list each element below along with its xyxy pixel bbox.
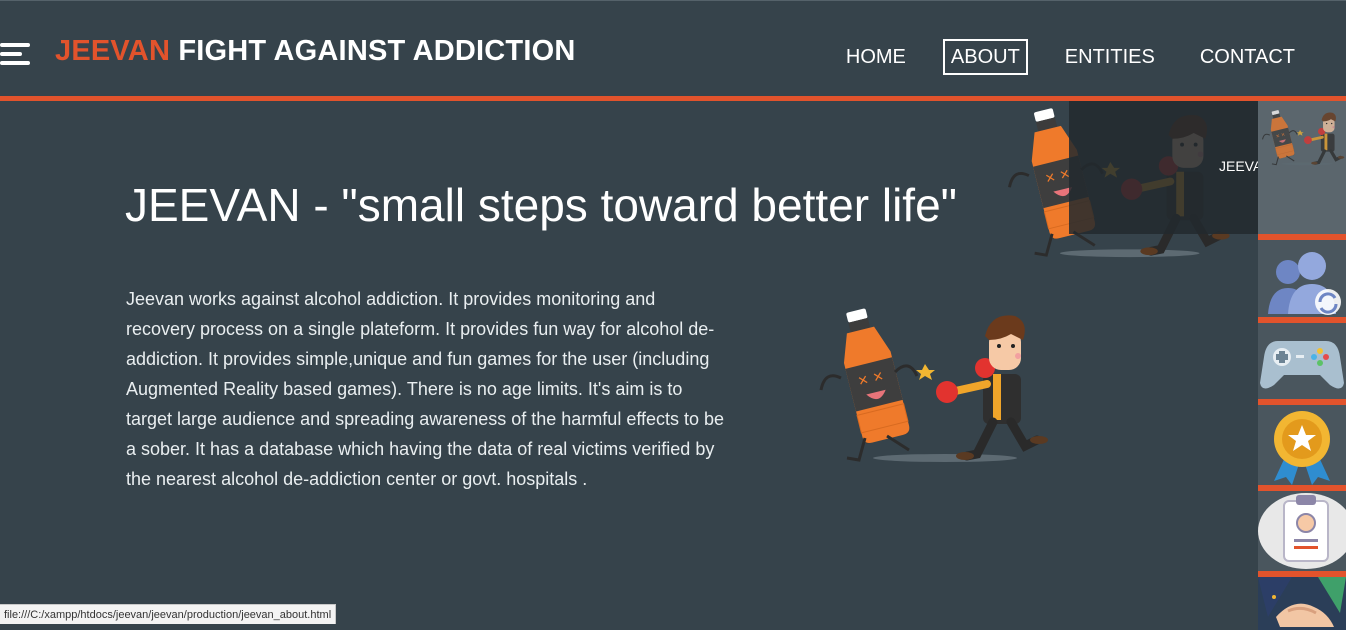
sidebar-item-profile[interactable] xyxy=(1258,485,1346,577)
handshake-icon xyxy=(1258,577,1346,627)
nav-contact[interactable]: CONTACT xyxy=(1192,39,1303,75)
sidebar-item-support[interactable] xyxy=(1258,571,1346,630)
brand-title[interactable]: JEEVAN FIGHT AGAINST ADDICTION xyxy=(55,35,576,68)
sidebar-item-games[interactable] xyxy=(1258,317,1346,405)
sidebar-item-jeevan[interactable] xyxy=(1258,101,1346,234)
nav-about[interactable]: ABOUT xyxy=(942,39,1028,75)
about-description: Jeevan works against alcohol addiction. … xyxy=(126,289,725,489)
bottle-fight-illustration xyxy=(810,300,1060,465)
sidebar xyxy=(1258,101,1346,630)
main-nav: HOME ABOUT ENTITIES CONTACT xyxy=(809,39,1303,75)
gamepad-icon xyxy=(1260,341,1344,389)
hamburger-icon[interactable] xyxy=(0,43,30,65)
jeevan-fight-icon xyxy=(1260,107,1346,167)
brand-accent: JEEVAN xyxy=(55,35,171,67)
brand-rest: FIGHT AGAINST ADDICTION xyxy=(170,35,576,67)
top-header: JEEVAN FIGHT AGAINST ADDICTION HOME ABOU… xyxy=(0,0,1346,96)
award-badge-icon xyxy=(1274,411,1330,485)
page-title: JEEVAN - "small steps toward better life… xyxy=(125,179,957,231)
nav-entities[interactable]: ENTITIES xyxy=(1057,39,1163,75)
id-card-icon xyxy=(1258,493,1346,569)
sidebar-item-users[interactable] xyxy=(1258,234,1346,323)
sidebar-item-awards[interactable] xyxy=(1258,399,1346,491)
browser-status-url: file:///C:/xampp/htdocs/jeevan/jeevan/pr… xyxy=(0,604,337,624)
users-sync-icon xyxy=(1268,252,1341,315)
nav-home[interactable]: HOME xyxy=(838,39,914,75)
